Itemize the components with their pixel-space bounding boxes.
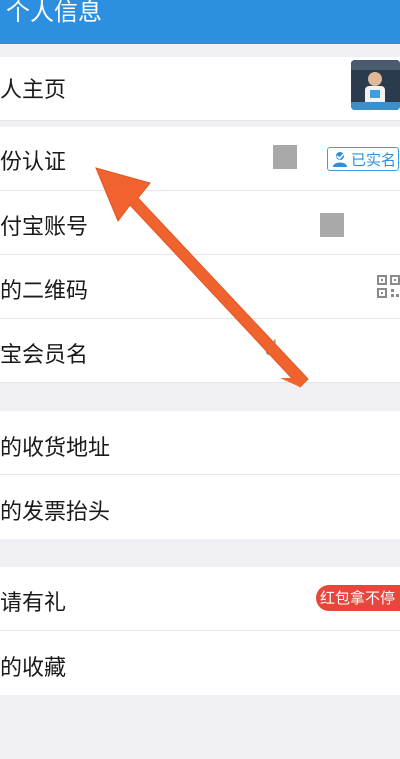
verified-badge: 已实名 [327, 147, 399, 171]
qr-code-icon [377, 275, 400, 302]
redacted-block [273, 145, 297, 169]
verified-badge-label: 已实名 [351, 151, 397, 169]
row-shipping-address[interactable]: 的收货地址 [0, 411, 400, 475]
row-invoice-title[interactable]: 的发票抬头 [0, 475, 400, 539]
header-bar: 个人信息 [0, 0, 400, 44]
row-member-name-label: 宝会员名 [0, 343, 89, 368]
verified-user-icon [331, 150, 349, 172]
member-name-value: tl [264, 336, 278, 360]
red-packet-badge: 红包拿不停 [316, 585, 400, 611]
row-member-name[interactable]: 宝会员名 [0, 319, 400, 383]
row-alipay-account[interactable]: 付宝账号 [0, 191, 400, 255]
row-address-label: 的收货地址 [0, 436, 111, 461]
row-homepage[interactable]: 人主页 [0, 57, 400, 121]
personal-info-page: 个人信息 人主页 份认证 已实名 付宝账号 的二维码 宝会员名 tl 的收货地址… [0, 0, 400, 759]
redacted-block [320, 213, 344, 237]
row-identity-label: 份认证 [0, 150, 67, 175]
avatar[interactable] [351, 60, 400, 110]
page-title: 个人信息 [6, 0, 102, 26]
row-invoice-label: 的发票抬头 [0, 500, 111, 525]
row-invite-label: 请有礼 [0, 591, 67, 616]
avatar-icon [351, 60, 400, 110]
row-favorites-label: 的收藏 [0, 656, 67, 681]
row-qrcode[interactable]: 的二维码 [0, 255, 400, 319]
row-favorites[interactable]: 的收藏 [0, 631, 400, 695]
row-identity[interactable]: 份认证 已实名 [0, 127, 400, 191]
red-packet-badge-label: 红包拿不停 [320, 589, 396, 607]
row-homepage-label: 人主页 [0, 78, 67, 103]
row-alipay-label: 付宝账号 [0, 215, 89, 240]
row-qrcode-label: 的二维码 [0, 279, 89, 304]
